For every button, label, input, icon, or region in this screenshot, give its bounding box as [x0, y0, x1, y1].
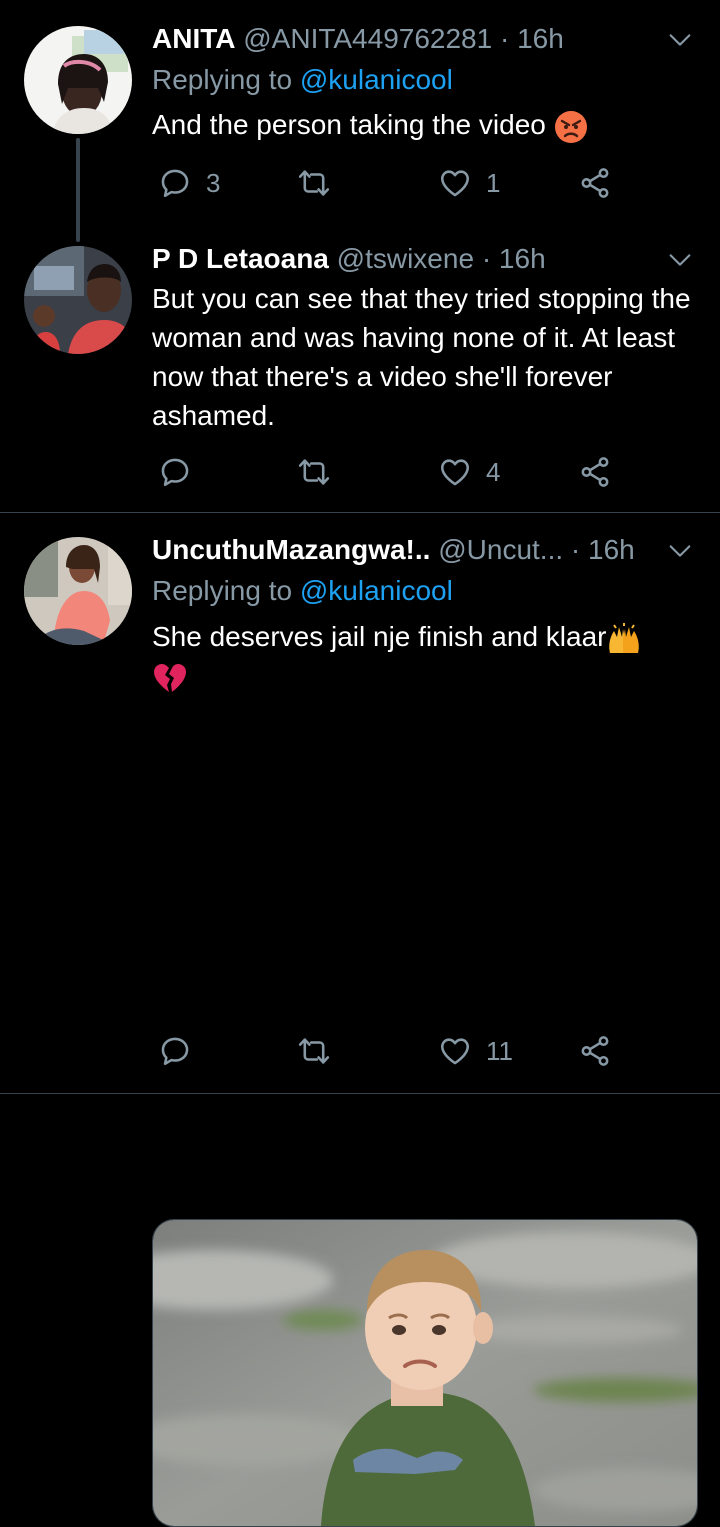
like-count: 1: [486, 167, 501, 198]
tweet-header: P D Letaoana @tswixene · 16h: [152, 241, 546, 277]
display-name[interactable]: P D Letaoana: [152, 243, 329, 274]
timestamp[interactable]: 16h: [588, 534, 635, 565]
display-name[interactable]: ANITA: [152, 23, 235, 54]
user-handle[interactable]: @tswixene: [337, 243, 474, 274]
reply-icon: [158, 166, 192, 200]
share-icon: [578, 1034, 612, 1068]
retweet-icon: [297, 1034, 331, 1068]
tweet-anita[interactable]: ANITA @ANITA449762281 · 16h Replying to …: [0, 0, 720, 242]
tweet-text-content: She deserves jail nje finish and klaar: [152, 621, 607, 652]
retweet-button[interactable]: [297, 1031, 345, 1071]
separator-dot: ·: [499, 23, 510, 54]
broken-heart-icon: [154, 663, 186, 692]
reply-count: 3: [206, 167, 221, 198]
tweet-header: ANITA @ANITA449762281 · 16h: [152, 21, 564, 57]
share-icon: [578, 166, 612, 200]
tweet-text: And the person taking the video: [152, 105, 700, 144]
tweet-text: She deserves jail nje finish and klaar: [152, 617, 700, 695]
reply-icon: [158, 1034, 192, 1068]
crying-toddler-photo: [153, 1220, 697, 1526]
angry-face-icon: [554, 110, 587, 143]
avatar[interactable]: [24, 537, 132, 645]
replying-to-label: Replying to: [152, 575, 300, 606]
tweet-actions: 11: [152, 1031, 622, 1071]
user-handle[interactable]: @ANITA449762281: [243, 23, 492, 54]
reply-button[interactable]: [158, 452, 206, 492]
replying-to: Replying to @kulanicool: [152, 573, 453, 609]
retweet-button[interactable]: [297, 163, 345, 203]
replying-to-label: Replying to: [152, 64, 300, 95]
reply-button[interactable]: 3: [158, 163, 220, 203]
like-icon: [438, 166, 472, 200]
like-button[interactable]: 1: [438, 163, 500, 203]
timestamp[interactable]: 16h: [517, 23, 564, 54]
tweet-divider: [0, 1093, 720, 1094]
replying-to: Replying to @kulanicool: [152, 62, 453, 98]
reply-icon: [158, 455, 192, 489]
chevron-down-icon[interactable]: [666, 537, 694, 565]
chevron-down-icon[interactable]: [666, 26, 694, 54]
share-button[interactable]: [578, 163, 612, 203]
separator-dot: ·: [570, 534, 581, 565]
retweet-icon: [297, 455, 331, 489]
avatar[interactable]: [24, 246, 132, 354]
tweet-text-content: And the person taking the video: [152, 109, 546, 140]
retweet-button[interactable]: [297, 452, 345, 492]
mention-link[interactable]: @kulanicool: [300, 64, 453, 95]
chevron-down-icon[interactable]: [666, 246, 694, 274]
like-button[interactable]: 4: [438, 452, 500, 492]
share-icon: [578, 455, 612, 489]
avatar[interactable]: [24, 26, 132, 134]
tweet-actions: 3 1: [152, 163, 622, 203]
tweet-pd-letaoana[interactable]: P D Letaoana @tswixene · 16h But you can…: [0, 240, 720, 512]
thread-connector: [76, 138, 80, 242]
tweet-uncuthumazangwa[interactable]: UncuthuMazangwa!.. @Uncut... · 16h Reply…: [0, 513, 720, 1527]
display-name[interactable]: UncuthuMazangwa!..: [152, 534, 430, 565]
separator-dot: ·: [481, 243, 492, 274]
retweet-icon: [297, 166, 331, 200]
share-button[interactable]: [578, 1031, 612, 1071]
user-handle[interactable]: @Uncut...: [438, 534, 563, 565]
tweet-media-image[interactable]: [152, 1219, 698, 1527]
like-icon: [438, 455, 472, 489]
like-button[interactable]: 11: [438, 1031, 513, 1071]
tweet-header: UncuthuMazangwa!.. @Uncut... · 16h: [152, 532, 635, 568]
timestamp[interactable]: 16h: [499, 243, 546, 274]
mention-link[interactable]: @kulanicool: [300, 575, 453, 606]
like-count: 11: [486, 1035, 513, 1066]
tweet-text: But you can see that they tried stopping…: [152, 283, 691, 431]
like-icon: [438, 1034, 472, 1068]
reply-button[interactable]: [158, 1031, 206, 1071]
share-button[interactable]: [578, 452, 612, 492]
tweet-actions: 4: [152, 452, 622, 492]
raising-hands-icon: [609, 622, 640, 653]
like-count: 4: [486, 456, 501, 487]
